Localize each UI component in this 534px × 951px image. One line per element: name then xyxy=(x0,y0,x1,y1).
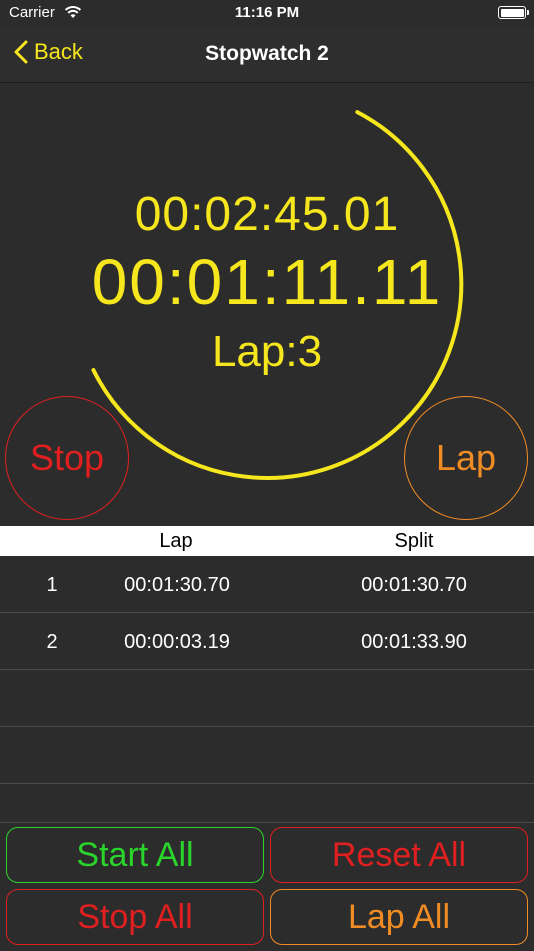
split-column-header: Split xyxy=(394,530,434,552)
lap-all-button[interactable]: Lap All xyxy=(270,889,528,945)
lap-number: 1 xyxy=(46,574,58,596)
stop-button[interactable]: Stop xyxy=(5,396,129,520)
lap-column-header: Lap xyxy=(159,530,193,552)
table-row: 2 00:00:03.19 00:01:33.90 xyxy=(0,613,534,670)
lap-time: 00:00:03.19 xyxy=(124,631,230,653)
status-time: 11:16 PM xyxy=(234,4,300,21)
split-time: 00:01:30.70 xyxy=(361,574,467,596)
navigation-bar: Back Stopwatch 2 xyxy=(0,28,534,83)
laps-table: 1 00:01:30.70 00:01:30.70 2 00:00:03.19 … xyxy=(0,556,534,841)
lap-time: 00:01:30.70 xyxy=(124,574,230,596)
table-row: 1 00:01:30.70 00:01:30.70 xyxy=(0,556,534,613)
laps-table-header: Lap Split xyxy=(0,526,534,556)
bottom-toolbar: Start All Reset All Stop All Lap All xyxy=(0,822,534,951)
battery-icon xyxy=(498,6,529,19)
stop-all-button[interactable]: Stop All xyxy=(6,889,264,945)
table-row xyxy=(0,727,534,784)
lap-count: Lap:3 xyxy=(211,327,323,376)
current-lap-time: 00:01:11.11 xyxy=(91,246,443,318)
status-bar: Carrier 11:16 PM xyxy=(0,0,534,28)
page-title: Stopwatch 2 xyxy=(205,42,329,65)
total-time: 00:02:45.01 xyxy=(134,188,400,241)
start-all-button[interactable]: Start All xyxy=(6,827,264,883)
reset-all-button[interactable]: Reset All xyxy=(270,827,528,883)
stopwatch-display: 00:02:45.01 00:01:11.11 Lap:3 Stop Lap xyxy=(0,83,534,526)
lap-button[interactable]: Lap xyxy=(404,396,528,520)
split-time: 00:01:33.90 xyxy=(361,631,467,653)
table-row xyxy=(0,670,534,727)
lap-number: 2 xyxy=(46,631,58,653)
